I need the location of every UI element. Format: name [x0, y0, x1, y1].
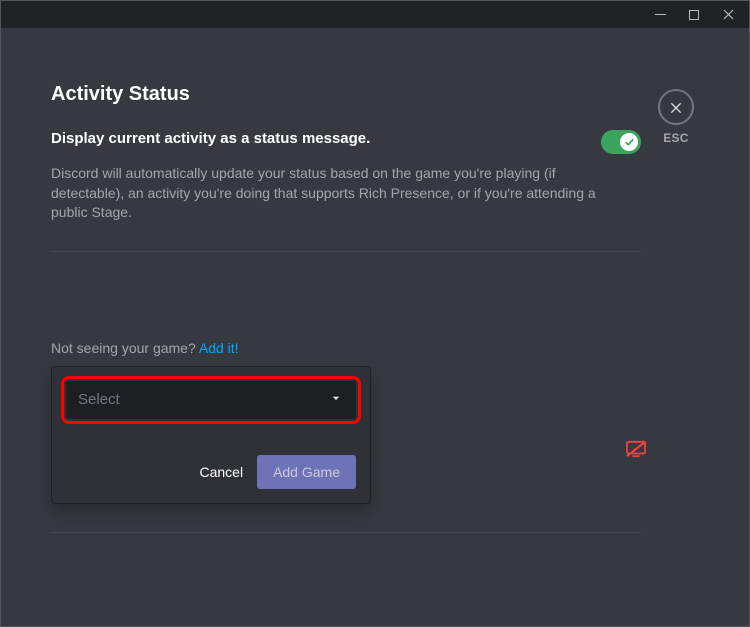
close-icon	[668, 99, 684, 115]
prompt-text: Not seeing your game?	[51, 340, 199, 356]
chevron-down-icon	[328, 390, 344, 410]
game-select-dropdown[interactable]: Select	[66, 381, 356, 419]
esc-label: ESC	[663, 131, 689, 145]
close-settings-button[interactable]	[658, 89, 694, 125]
cancel-button[interactable]: Cancel	[199, 464, 243, 480]
select-placeholder: Select	[78, 391, 120, 408]
maximize-button[interactable]	[679, 4, 709, 26]
side-column: ESC	[641, 83, 711, 626]
main-column: Activity Status Display current activity…	[51, 83, 641, 626]
close-window-button[interactable]	[713, 4, 743, 26]
setting-label: Display current activity as a status mes…	[51, 130, 370, 147]
toggle-knob	[620, 133, 638, 151]
titlebar	[1, 1, 749, 28]
panel-actions: Cancel Add Game	[66, 455, 356, 489]
add-game-prompt: Not seeing your game? Add it!	[51, 340, 641, 356]
activity-status-setting: Display current activity as a status mes…	[51, 130, 641, 154]
add-game-button[interactable]: Add Game	[257, 455, 356, 489]
divider	[51, 251, 641, 252]
app-window: Activity Status Display current activity…	[0, 0, 750, 627]
minimize-button[interactable]	[645, 4, 675, 26]
screen-share-off-icon	[625, 440, 647, 463]
settings-content: Activity Status Display current activity…	[1, 28, 749, 626]
check-icon	[624, 137, 635, 148]
add-it-link[interactable]: Add it!	[199, 340, 239, 356]
setting-description: Discord will automatically update your s…	[51, 164, 611, 223]
divider	[51, 532, 641, 533]
activity-status-toggle[interactable]	[601, 130, 641, 154]
page-title: Activity Status	[51, 83, 641, 106]
add-game-panel: Select Cancel Add Game	[51, 366, 371, 504]
